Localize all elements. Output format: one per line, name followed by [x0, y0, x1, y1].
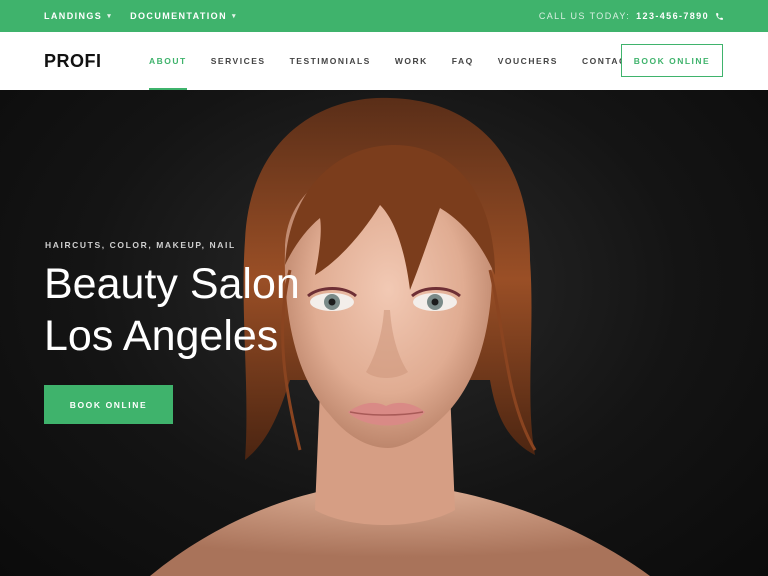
- top-bar: LANDINGS ▾ DOCUMENTATION ▾ CALL US TODAY…: [0, 0, 768, 32]
- contact-info: CALL US TODAY: 123-456-7890: [539, 11, 724, 21]
- top-bar-left: LANDINGS ▾ DOCUMENTATION ▾: [44, 11, 237, 21]
- nav-item-about[interactable]: ABOUT: [149, 32, 187, 90]
- phone-icon: [715, 12, 724, 21]
- book-online-hero-button[interactable]: BOOK ONLINE: [44, 385, 173, 424]
- hero-text-block: HAIRCUTS, COLOR, MAKEUP, NAIL Beauty Sal…: [44, 240, 300, 362]
- nav-item-testimonials[interactable]: TESTIMONIALS: [290, 32, 371, 90]
- nav-item-faq[interactable]: FAQ: [452, 32, 474, 90]
- hero-section: HAIRCUTS, COLOR, MAKEUP, NAIL Beauty Sal…: [0, 90, 768, 576]
- hero-title: Beauty Salon Los Angeles: [44, 258, 300, 362]
- chevron-down-icon: ▾: [107, 13, 113, 20]
- landings-dropdown[interactable]: LANDINGS ▾: [44, 11, 112, 21]
- chevron-down-icon: ▾: [231, 13, 237, 20]
- main-header: PROFI ABOUT SERVICES TESTIMONIALS WORK F…: [0, 32, 768, 90]
- documentation-label: DOCUMENTATION: [130, 11, 227, 21]
- book-online-header-button[interactable]: BOOK ONLINE: [621, 44, 723, 77]
- main-nav: ABOUT SERVICES TESTIMONIALS WORK FAQ VOU…: [149, 32, 657, 90]
- documentation-dropdown[interactable]: DOCUMENTATION ▾: [130, 11, 237, 21]
- logo[interactable]: PROFI: [44, 51, 149, 72]
- hero-eyebrow: HAIRCUTS, COLOR, MAKEUP, NAIL: [45, 240, 236, 250]
- nav-item-work[interactable]: WORK: [395, 32, 428, 90]
- hero-title-line-2: Los Angeles: [44, 312, 279, 360]
- nav-item-vouchers[interactable]: VOUCHERS: [498, 32, 558, 90]
- phone-link[interactable]: 123-456-7890: [636, 11, 709, 21]
- call-label: CALL US TODAY:: [538, 11, 631, 21]
- hero-title-line-1: Beauty Salon: [44, 260, 300, 308]
- landings-label: LANDINGS: [44, 11, 103, 21]
- nav-item-services[interactable]: SERVICES: [211, 32, 266, 90]
